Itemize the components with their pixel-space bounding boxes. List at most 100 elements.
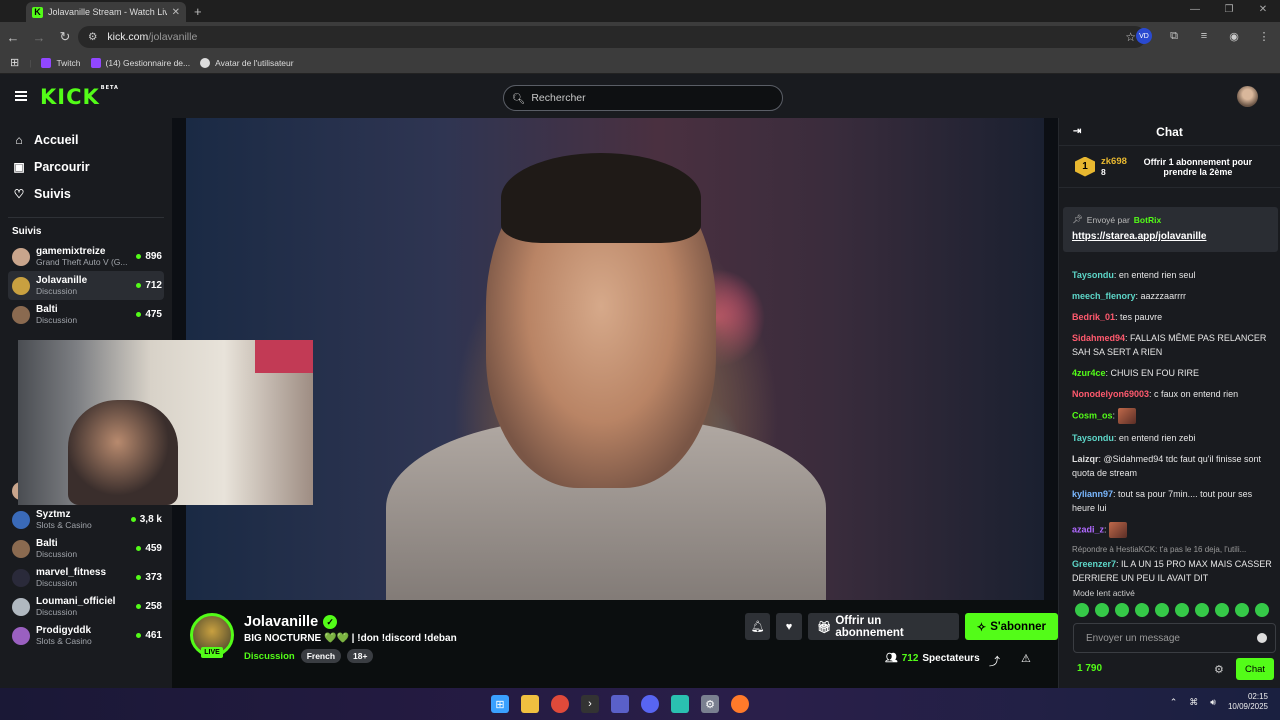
app-icon[interactable] (671, 695, 689, 713)
subscribe-button[interactable]: ✧ S'abonner (964, 613, 1058, 640)
close-window-icon[interactable]: ✕ (1246, 0, 1280, 22)
emote-icon[interactable] (1135, 603, 1149, 617)
share-icon[interactable]: ⤴ (989, 653, 1000, 669)
teams-icon[interactable] (611, 695, 629, 713)
media-icon[interactable]: ≡ (1196, 28, 1212, 44)
sidebar-channel[interactable]: Syztmz Slots & Casino 3,8 k (0, 505, 164, 534)
bookmark-item[interactable]: Avatar de l'utilisateur (200, 57, 294, 68)
chat-username[interactable]: Bedrik_01 (1072, 312, 1115, 322)
sidebar-item-suivis[interactable]: ♡ Suivis (0, 180, 172, 207)
chat-panel: ⇥ Chat 1 zk698 8 Offrir 1 abonnement pou… (1058, 118, 1280, 688)
chat-text: c faux on entend rien (1154, 389, 1239, 399)
channel-name[interactable]: Jolavanille ✓ (244, 614, 338, 630)
emote-icon[interactable] (1175, 603, 1189, 617)
category-link[interactable]: Discussion (244, 651, 295, 662)
webcam-overlay (18, 340, 313, 505)
chat-username[interactable]: kyliann97 (1072, 489, 1113, 499)
back-icon[interactable]: ← (0, 30, 26, 45)
report-icon[interactable]: ⚠ (1021, 652, 1031, 665)
chat-text: en entend rien zebi (1118, 433, 1196, 443)
tag-age[interactable]: 18+ (347, 649, 374, 663)
chat-username[interactable]: Sidahmed94 (1072, 333, 1125, 343)
emoji-picker-icon[interactable] (1257, 633, 1267, 643)
firefox-icon[interactable] (731, 695, 749, 713)
pinned-link[interactable]: https://starea.app/jolavanille (1072, 231, 1269, 242)
live-dot-icon (136, 604, 142, 609)
chat-username[interactable]: Nonodelyon69003 (1072, 389, 1149, 399)
tray-chevron-icon[interactable]: ⌃ (1170, 697, 1178, 708)
emote-icon[interactable] (1155, 603, 1169, 617)
forward-icon[interactable]: → (26, 30, 52, 45)
reload-icon[interactable]: ↻ (52, 29, 78, 45)
discord-icon[interactable] (641, 695, 659, 713)
chat-username[interactable]: Taysondu (1072, 433, 1114, 443)
chat-username[interactable]: Taysondu (1072, 270, 1114, 280)
windows-start-icon[interactable]: ⊞ (491, 695, 509, 713)
sidebar-channel[interactable]: Balti Discussion 475 (0, 300, 164, 329)
terminal-icon[interactable]: › (581, 695, 599, 713)
url-field[interactable]: ⚙ kick.com/jolavanille ☆ (78, 26, 1146, 48)
sidebar-channel[interactable]: Loumani_officiel Discussion 258 (0, 592, 164, 621)
chat-settings-gear-icon[interactable]: ⚙ (1214, 663, 1224, 676)
collapse-chat-icon[interactable]: ⇥ (1073, 126, 1081, 137)
settings-icon[interactable]: ⚙ (701, 695, 719, 713)
extensions-area: VD ⧉ ≡ ◉ ⋮ (1136, 28, 1280, 44)
follow-heart-button[interactable]: ♥ (776, 613, 802, 640)
menu-hamburger-icon[interactable] (15, 91, 27, 101)
bookmark-item[interactable]: Twitch (41, 57, 81, 68)
emote-icon[interactable] (1095, 603, 1109, 617)
kick-logo[interactable]: KICKBETA (40, 85, 119, 109)
sidebar-channel[interactable]: Prodigyddk Slots & Casino 461 (0, 621, 164, 650)
bookmark-star-icon[interactable]: ☆ (1125, 30, 1136, 44)
vpn-extension-icon[interactable]: VD (1136, 28, 1152, 44)
volume-icon[interactable]: 🔊︎ (1210, 697, 1216, 708)
apps-grid-icon[interactable]: ⊞ (10, 56, 19, 69)
emote-icon[interactable] (1235, 603, 1249, 617)
emote-icon[interactable] (1195, 603, 1209, 617)
sidebar-channel[interactable]: gamemixtreize Grand Theft Auto V (G... 896 (0, 242, 164, 271)
extensions-icon[interactable]: ⧉ (1166, 28, 1182, 44)
overlay-person (68, 400, 178, 505)
send-chat-button[interactable]: Chat (1236, 658, 1274, 680)
channel-category: Discussion (36, 315, 78, 325)
bookmark-separator: | (29, 57, 32, 68)
chat-username[interactable]: Laizqr (1072, 454, 1099, 464)
gift-sub-button[interactable]: 🎁︎ Offrir un abonnement (807, 613, 959, 640)
user-avatar[interactable] (1237, 86, 1258, 107)
sidebar-channel[interactable]: Balti Discussion 459 (0, 534, 164, 563)
bookmarks-bar: ⊞ | Twitch (14) Gestionnaire de... Avata… (0, 52, 1280, 74)
sub-gift-promo[interactable]: 1 zk698 8 Offrir 1 abonnement pour prend… (1059, 146, 1280, 188)
emote-icon[interactable] (1255, 603, 1269, 617)
emote-icon[interactable] (1215, 603, 1229, 617)
network-icon[interactable]: ⌘ (1189, 697, 1198, 708)
clock[interactable]: 02:15 10/09/2025 (1228, 692, 1268, 712)
chat-username[interactable]: Greenzer7 (1072, 559, 1116, 569)
chat-username[interactable]: Cosm_os (1072, 410, 1113, 420)
profile-icon[interactable]: ◉ (1226, 28, 1242, 44)
emote-icon[interactable] (1115, 603, 1129, 617)
minimize-icon[interactable]: — (1178, 0, 1212, 22)
bookmark-item[interactable]: (14) Gestionnaire de... (90, 57, 190, 68)
channel-points[interactable]: 1 790 (1077, 663, 1102, 674)
menu-icon[interactable]: ⋮ (1256, 28, 1272, 44)
channel-category: Discussion (36, 578, 78, 588)
new-tab-icon[interactable]: + (194, 4, 202, 19)
file-explorer-icon[interactable] (521, 695, 539, 713)
notification-bell-button[interactable]: 🔔︎ (745, 613, 771, 640)
site-info-icon[interactable]: ⚙ (88, 31, 97, 43)
tag-language[interactable]: French (300, 649, 342, 663)
close-tab-icon[interactable]: ✕ (172, 7, 180, 18)
restore-icon[interactable]: ❐ (1212, 0, 1246, 22)
chat-username[interactable]: 4zur4ce (1072, 368, 1106, 378)
chat-input[interactable]: Envoyer un message (1073, 623, 1276, 653)
chrome-icon[interactable] (551, 695, 569, 713)
browser-tab[interactable]: K Jolavanille Stream - Watch Live ✕ (26, 2, 186, 22)
chat-username[interactable]: azadi_z (1072, 524, 1104, 534)
emote-icon[interactable] (1075, 603, 1089, 617)
chat-username[interactable]: meech_flenory (1072, 291, 1136, 301)
search-input[interactable]: 🔍︎ Rechercher (503, 85, 783, 111)
sidebar-item-parcourir[interactable]: ▣ Parcourir (0, 153, 172, 180)
sidebar-item-accueil[interactable]: ⌂ Accueil (0, 126, 172, 153)
sidebar-channel[interactable]: marvel_fitness Discussion 373 (0, 563, 164, 592)
sidebar-channel[interactable]: Jolavanille Discussion 712 (8, 271, 164, 300)
